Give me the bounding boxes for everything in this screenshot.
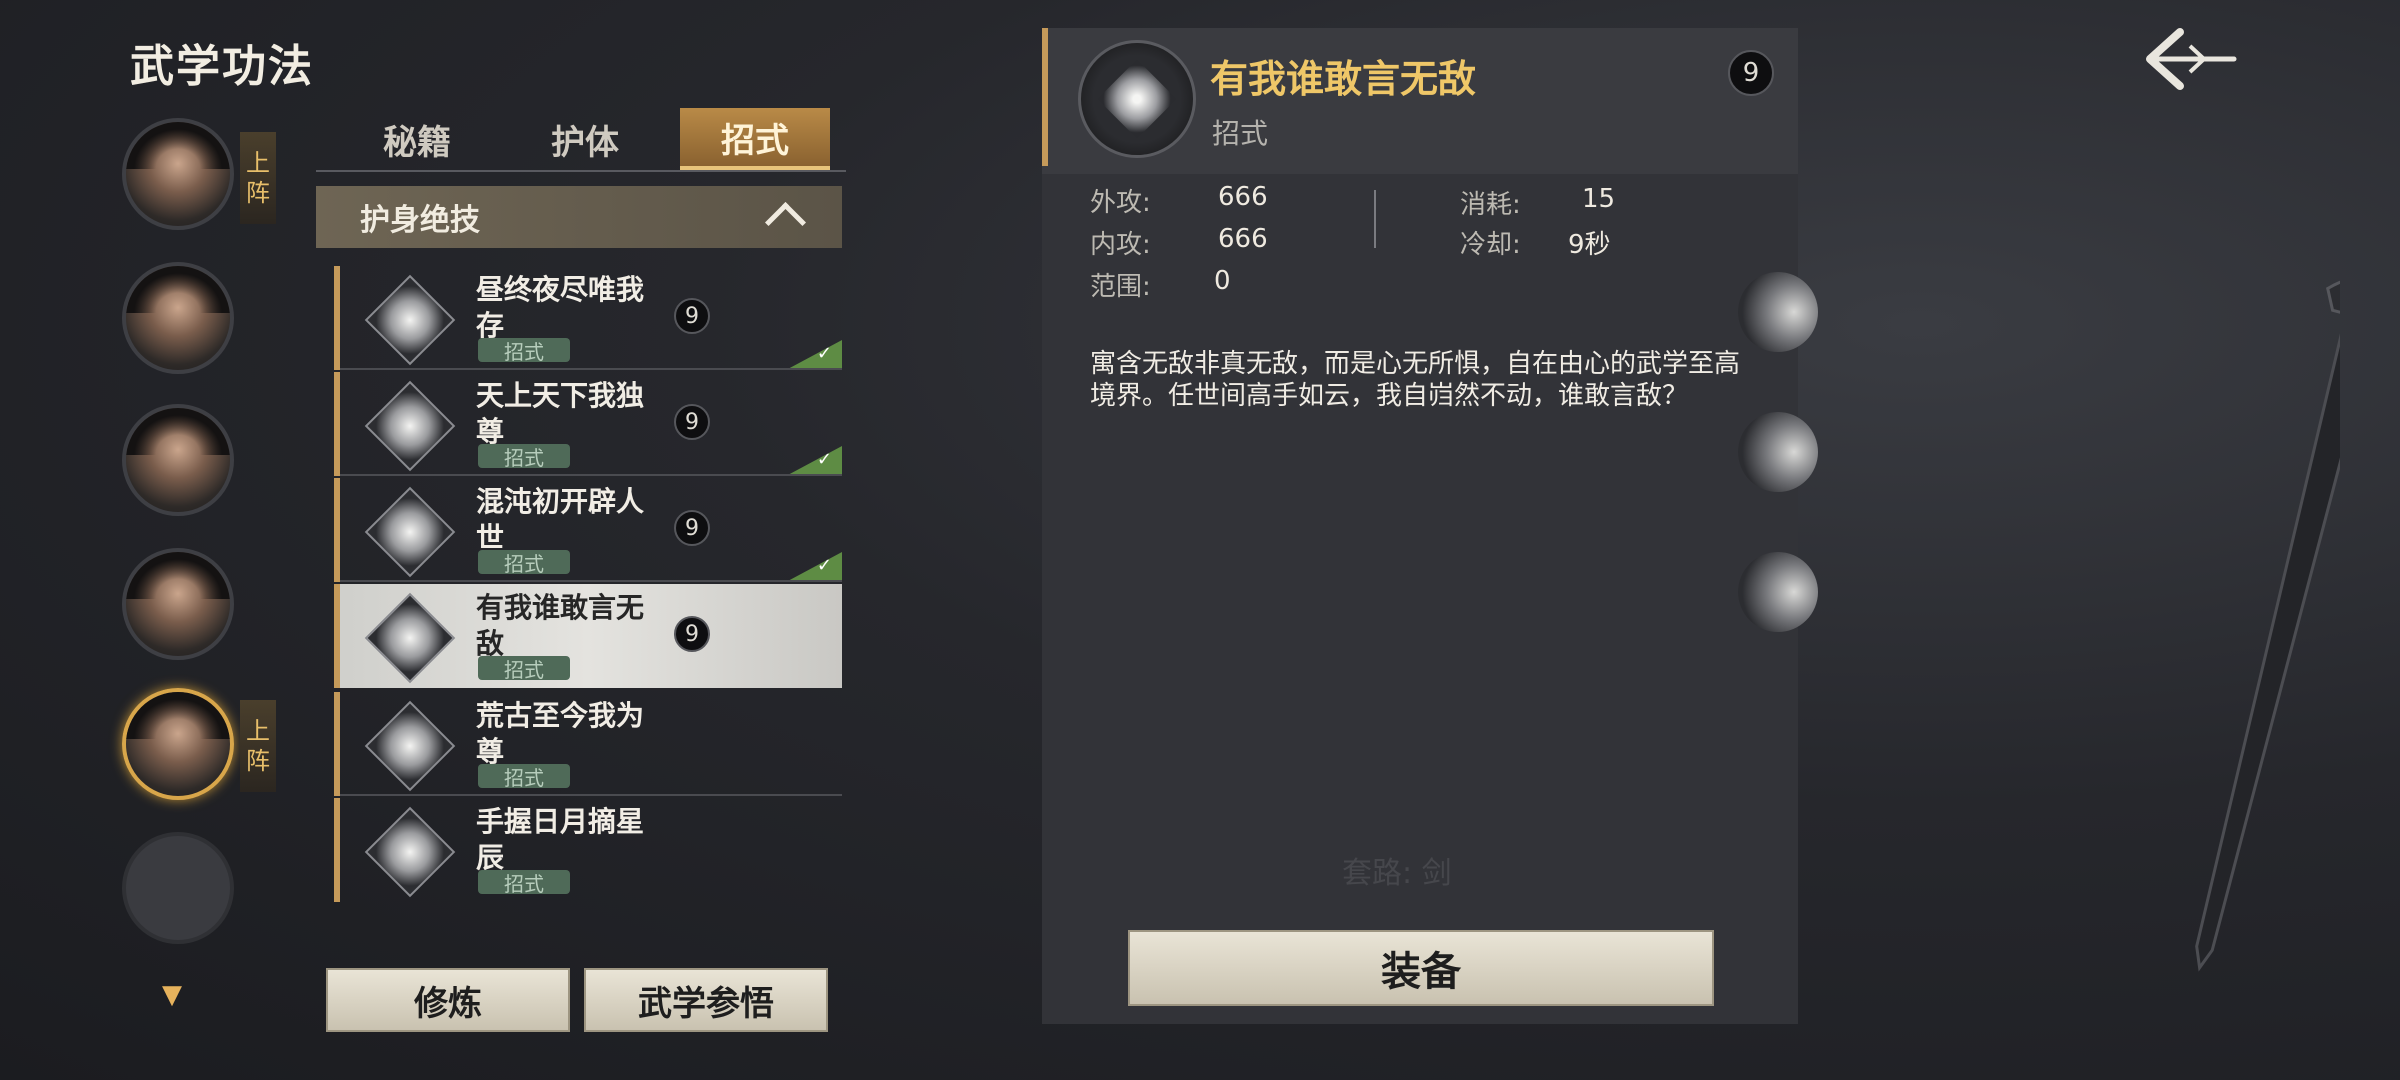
weapon-hint: 套路: 剑 <box>1342 856 1452 891</box>
spiral-icon: 9 <box>674 616 710 652</box>
orb-decoration <box>1738 272 1818 352</box>
deployed-badge-bottom: 阵 <box>246 747 270 775</box>
check-icon: ✓ <box>816 555 832 576</box>
skill-icon <box>364 806 456 898</box>
skill-type: 招式 <box>1212 117 1269 150</box>
skill-emblem-icon <box>1078 40 1196 158</box>
skill-icon <box>364 380 456 472</box>
equip-button[interactable]: 装备 <box>1128 930 1714 1006</box>
spiral-icon: 9 <box>674 510 710 546</box>
header-accent <box>1042 28 1048 166</box>
skill-name: 有我谁敢言无敌 <box>476 591 645 660</box>
character-portrait-3[interactable] <box>122 404 234 516</box>
back-arrow-icon[interactable] <box>2140 24 2240 94</box>
skill-icon <box>364 486 456 578</box>
skill-detail-panel: 有我谁敢言无敌 招式 9 外攻: 666 内攻: 666 范围: 0 消耗: 1… <box>1042 28 1798 1024</box>
equipped-corner <box>786 446 842 476</box>
tab-moves[interactable]: 招式 <box>680 108 830 170</box>
item-bar <box>334 798 340 902</box>
skill-icon <box>364 700 456 792</box>
skill-title: 有我谁敢言无敌 <box>1210 57 1477 101</box>
character-portrait-1[interactable] <box>122 118 234 230</box>
divider <box>340 474 842 476</box>
range-label: 范围: <box>1090 272 1151 302</box>
skill-type-badge: 招式 <box>478 764 570 790</box>
deployed-badge-bottom: 阵 <box>246 179 270 207</box>
spiral-icon[interactable]: 9 <box>1728 50 1774 96</box>
character-portrait-4[interactable] <box>122 548 234 660</box>
outer-attack-value: 666 <box>1218 182 1268 212</box>
item-bar <box>334 478 340 582</box>
skill-icon <box>364 274 456 366</box>
divider <box>340 580 842 582</box>
skill-description: 寓含无敌非真无敌，而是心无所惧，自在由心的武学至高境界。任世间高手如云，我自岿然… <box>1090 349 1741 411</box>
list-item[interactable]: 荒古至今我为尊 招式 <box>334 692 842 796</box>
skill-type-badge: 招式 <box>478 338 570 364</box>
orb-decoration <box>1738 412 1818 492</box>
orb-decoration <box>1738 552 1818 632</box>
list-item-selected[interactable]: 有我谁敢言无敌 招式 9 <box>334 584 842 688</box>
deployed-badge-top: 上 <box>246 149 270 177</box>
list-item[interactable]: 混沌初开辟人世 招式 9 ✓ <box>334 478 842 582</box>
character-portrait-5[interactable] <box>122 688 234 800</box>
sword-icon <box>2195 276 2340 972</box>
equipped-corner <box>786 340 842 370</box>
check-icon: ✓ <box>816 449 832 470</box>
character-slot-empty[interactable] <box>122 832 234 944</box>
check-icon: ✓ <box>816 343 832 364</box>
equipped-corner <box>786 552 842 582</box>
train-button[interactable]: 修炼 <box>326 968 570 1032</box>
insight-button[interactable]: 武学参悟 <box>584 968 828 1032</box>
stat-divider <box>1374 190 1376 248</box>
divider <box>340 368 842 370</box>
cooldown-label: 冷却: <box>1460 230 1521 260</box>
spiral-icon: 9 <box>674 298 710 334</box>
character-portrait-2[interactable] <box>122 262 234 374</box>
page-title: 武学功法 <box>130 41 314 92</box>
item-bar <box>334 372 340 476</box>
item-bar <box>334 692 340 796</box>
item-bar <box>334 266 340 370</box>
skill-type-badge: 招式 <box>478 550 570 576</box>
skill-name: 手握日月摘星辰 <box>476 805 645 874</box>
category-label: 护身绝技 <box>360 203 480 238</box>
deployed-badge: 上 阵 <box>240 700 276 792</box>
skill-type-badge: 招式 <box>478 870 570 896</box>
skill-type-badge: 招式 <box>478 656 570 682</box>
tab-divider <box>316 170 846 172</box>
skill-name: 荒古至今我为尊 <box>476 699 645 768</box>
skill-icon <box>364 592 456 684</box>
chevron-up-icon[interactable] <box>764 201 807 244</box>
tab-body-guard[interactable]: 护体 <box>510 108 660 170</box>
category-header[interactable]: 护身绝技 <box>316 186 842 248</box>
cost-value: 15 <box>1582 184 1616 214</box>
chevron-down-icon[interactable]: ▼ <box>162 980 182 1010</box>
cost-label: 消耗: <box>1460 190 1521 220</box>
list-item[interactable]: 天上天下我独尊 招式 9 ✓ <box>334 372 842 476</box>
list-item[interactable]: 昼终夜尽唯我存 招式 9 ✓ <box>334 266 842 370</box>
divider <box>340 794 842 796</box>
tab-secret-manual[interactable]: 秘籍 <box>342 108 492 170</box>
list-item[interactable]: 手握日月摘星辰 招式 <box>334 798 842 902</box>
outer-attack-label: 外攻: <box>1090 188 1151 218</box>
skill-type-badge: 招式 <box>478 444 570 470</box>
range-value: 0 <box>1214 266 1231 296</box>
skill-name: 天上天下我独尊 <box>476 379 645 448</box>
spiral-icon: 9 <box>674 404 710 440</box>
deployed-badge: 上 阵 <box>240 132 276 224</box>
item-bar <box>334 584 340 688</box>
skill-name: 混沌初开辟人世 <box>476 485 645 554</box>
inner-attack-value: 666 <box>1218 224 1268 254</box>
deployed-badge-top: 上 <box>246 717 270 745</box>
inner-attack-label: 内攻: <box>1090 230 1151 260</box>
skill-name: 昼终夜尽唯我存 <box>476 273 645 342</box>
cooldown-value: 9秒 <box>1568 230 1611 260</box>
